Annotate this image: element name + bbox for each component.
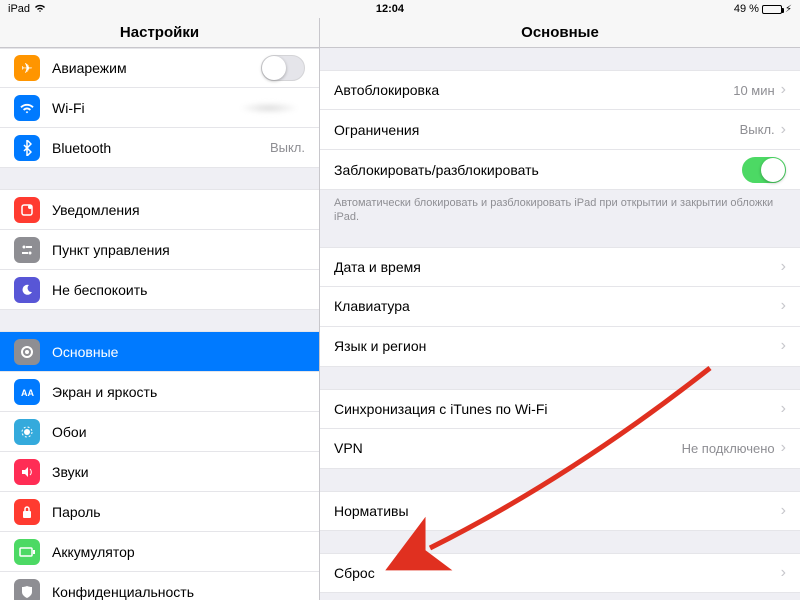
sidebar-item-notifications[interactable]: Уведомления <box>0 190 319 230</box>
restrictions-value: Выкл. <box>740 122 775 137</box>
dnd-icon <box>14 277 40 303</box>
autolock-value: 10 мин <box>733 83 774 98</box>
sidebar-item-display[interactable]: AA Экран и яркость <box>0 372 319 412</box>
battery-percent: 49 % <box>734 3 759 15</box>
chevron-right-icon: › <box>781 121 786 139</box>
sidebar-item-label: Конфиденциальность <box>52 584 305 600</box>
row-autolock[interactable]: Автоблокировка 10 мин › <box>320 70 800 110</box>
sidebar-item-control-center[interactable]: Пункт управления <box>0 230 319 270</box>
sidebar-item-label: Основные <box>52 344 305 360</box>
sidebar-item-label: Пункт управления <box>52 242 305 258</box>
wifi-network-blur <box>239 102 299 114</box>
sidebar-item-passcode[interactable]: Пароль <box>0 492 319 532</box>
sidebar-item-wifi[interactable]: Wi-Fi <box>0 88 319 128</box>
row-label: Автоблокировка <box>334 82 733 98</box>
row-vpn[interactable]: VPN Не подключено › <box>320 429 800 469</box>
sidebar-item-label: Пароль <box>52 504 305 520</box>
airplane-icon: ✈ <box>14 55 40 81</box>
row-restrictions[interactable]: Ограничения Выкл. › <box>320 110 800 150</box>
sidebar-item-wallpaper[interactable]: Обои <box>0 412 319 452</box>
lockunlock-toggle[interactable] <box>742 157 786 183</box>
row-label: Сброс <box>334 565 781 581</box>
bluetooth-icon <box>14 135 40 161</box>
privacy-icon <box>14 579 40 600</box>
chevron-right-icon: › <box>781 502 786 520</box>
row-label: Ограничения <box>334 122 740 138</box>
row-regulatory[interactable]: Нормативы › <box>320 491 800 531</box>
status-bar: iPad 12:04 49 % ⚡︎ <box>0 0 800 18</box>
row-label: Нормативы <box>334 503 781 519</box>
lockunlock-footer: Автоматически блокировать и разблокирова… <box>320 190 800 225</box>
page-title: Основные <box>320 18 800 48</box>
wifi-icon <box>14 95 40 121</box>
sidebar-item-label: Обои <box>52 424 305 440</box>
general-detail: Автоблокировка 10 мин › Ограничения Выкл… <box>320 48 800 600</box>
lock-icon <box>14 499 40 525</box>
chevron-right-icon: › <box>781 81 786 99</box>
chevron-right-icon: › <box>781 337 786 355</box>
chevron-right-icon: › <box>781 258 786 276</box>
sidebar-item-battery[interactable]: Аккумулятор <box>0 532 319 572</box>
sidebar-item-label: Экран и яркость <box>52 384 305 400</box>
vpn-value: Не подключено <box>682 441 775 456</box>
sidebar-item-label: Не беспокоить <box>52 282 305 298</box>
row-keyboard[interactable]: Клавиатура › <box>320 287 800 327</box>
battery-cell-icon <box>14 539 40 565</box>
chevron-right-icon: › <box>781 297 786 315</box>
row-datetime[interactable]: Дата и время › <box>320 247 800 287</box>
sounds-icon <box>14 459 40 485</box>
sidebar-item-sounds[interactable]: Звуки <box>0 452 319 492</box>
display-icon: AA <box>14 379 40 405</box>
sidebar-item-label: Wi-Fi <box>52 100 239 116</box>
row-itunes-wifi[interactable]: Синхронизация с iTunes по Wi-Fi › <box>320 389 800 429</box>
sidebar-item-label: Авиарежим <box>52 60 261 76</box>
clock: 12:04 <box>46 3 734 15</box>
row-label: Клавиатура <box>334 298 781 314</box>
sidebar-title: Настройки <box>0 18 320 48</box>
device-label: iPad <box>8 3 30 15</box>
bluetooth-value: Выкл. <box>270 140 305 155</box>
battery-icon <box>762 5 782 14</box>
settings-sidebar: ✈ Авиарежим Wi-Fi Bluetooth Выкл. Уведом… <box>0 48 320 600</box>
sidebar-item-label: Bluetooth <box>52 140 270 156</box>
gear-icon <box>14 339 40 365</box>
row-label: Синхронизация с iTunes по Wi-Fi <box>334 401 781 417</box>
airplane-toggle[interactable] <box>261 55 305 81</box>
row-label: Язык и регион <box>334 338 781 354</box>
sidebar-item-bluetooth[interactable]: Bluetooth Выкл. <box>0 128 319 168</box>
chevron-right-icon: › <box>781 400 786 418</box>
row-langregion[interactable]: Язык и регион › <box>320 327 800 367</box>
row-label: Дата и время <box>334 259 781 275</box>
row-reset[interactable]: Сброс › <box>320 553 800 593</box>
sidebar-item-label: Уведомления <box>52 202 305 218</box>
control-center-icon <box>14 237 40 263</box>
wallpaper-icon <box>14 419 40 445</box>
chevron-right-icon: › <box>781 439 786 457</box>
row-label: VPN <box>334 440 682 456</box>
sidebar-item-label: Звуки <box>52 464 305 480</box>
notifications-icon <box>14 197 40 223</box>
chevron-right-icon: › <box>781 564 786 582</box>
sidebar-item-label: Аккумулятор <box>52 544 305 560</box>
sidebar-item-privacy[interactable]: Конфиденциальность <box>0 572 319 600</box>
svg-text:AA: AA <box>21 388 34 398</box>
charging-icon: ⚡︎ <box>785 4 792 15</box>
row-lockunlock[interactable]: Заблокировать/разблокировать <box>320 150 800 190</box>
row-label: Заблокировать/разблокировать <box>334 162 742 178</box>
sidebar-item-general[interactable]: Основные <box>0 332 319 372</box>
wifi-icon <box>34 3 46 16</box>
sidebar-item-dnd[interactable]: Не беспокоить <box>0 270 319 310</box>
sidebar-item-airplane[interactable]: ✈ Авиарежим <box>0 48 319 88</box>
